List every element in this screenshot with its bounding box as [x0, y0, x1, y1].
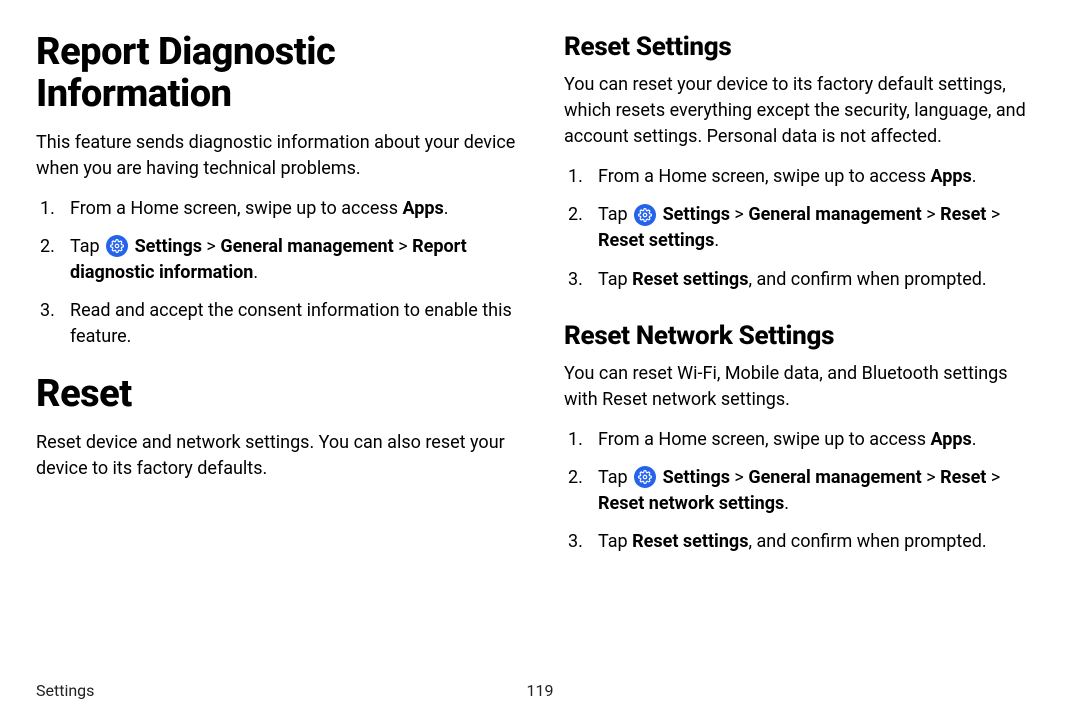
intro-reset: Reset device and network settings. You c… — [36, 430, 516, 482]
step-sep: > — [986, 204, 1000, 225]
reset-settings-label: Reset settings — [632, 269, 748, 290]
step-text: From a Home screen, swipe up to access — [70, 198, 402, 219]
heading-report-diagnostic: Report Diagnostic Information — [36, 32, 516, 116]
general-management-label: General management — [220, 236, 393, 257]
step-2: Tap Settings > General management > Rese… — [564, 202, 1044, 254]
heading-reset: Reset — [36, 374, 516, 416]
reset-settings-label: Reset settings — [598, 230, 714, 251]
step-text: . — [253, 262, 258, 283]
apps-label: Apps — [930, 166, 971, 187]
intro-report-diagnostic: This feature sends diagnostic informatio… — [36, 130, 516, 182]
apps-label: Apps — [930, 429, 971, 450]
step-2: Tap Settings > General management > Rese… — [564, 465, 1044, 517]
heading-reset-settings: Reset Settings — [564, 32, 1044, 62]
settings-label: Settings — [130, 236, 202, 257]
settings-gear-icon — [106, 235, 128, 257]
step-3: Tap Reset settings, and confirm when pro… — [564, 267, 1044, 293]
step-sep: > — [202, 236, 220, 257]
heading-reset-network: Reset Network Settings — [564, 321, 1044, 351]
step-text: Tap — [598, 204, 632, 225]
step-1: From a Home screen, swipe up to access A… — [564, 164, 1044, 190]
general-management-label: General management — [748, 467, 921, 488]
step-text: , and confirm when prompted. — [748, 269, 986, 290]
step-text: From a Home screen, swipe up to access — [598, 166, 930, 187]
page-content: Report Diagnostic Information This featu… — [36, 32, 1044, 667]
step-sep: > — [922, 467, 940, 488]
steps-report-diagnostic: From a Home screen, swipe up to access A… — [36, 196, 516, 350]
step-sep: > — [730, 467, 748, 488]
step-sep: > — [730, 204, 748, 225]
step-text: Tap — [598, 531, 632, 552]
settings-gear-icon — [634, 204, 656, 226]
step-text: Tap — [598, 269, 632, 290]
reset-network-settings-label: Reset network settings — [598, 493, 784, 514]
step-text: . — [784, 493, 789, 514]
left-column: Report Diagnostic Information This featu… — [36, 32, 516, 667]
step-text: . — [444, 198, 449, 219]
step-3: Tap Reset settings, and confirm when pro… — [564, 529, 1044, 555]
step-text: . — [714, 230, 719, 251]
step-2: Tap Settings > General management > Repo… — [36, 234, 516, 286]
apps-label: Apps — [402, 198, 443, 219]
step-text: , and confirm when prompted. — [748, 531, 986, 552]
reset-settings-label: Reset settings — [632, 531, 748, 552]
steps-reset-network: From a Home screen, swipe up to access A… — [564, 427, 1044, 555]
reset-label: Reset — [940, 467, 986, 488]
reset-label: Reset — [940, 204, 986, 225]
page-number: 119 — [527, 681, 554, 700]
step-3: Read and accept the consent information … — [36, 298, 516, 350]
intro-reset-settings: You can reset your device to its factory… — [564, 72, 1044, 150]
step-text: Tap — [70, 236, 104, 257]
general-management-label: General management — [748, 204, 921, 225]
settings-gear-icon — [634, 466, 656, 488]
settings-label: Settings — [658, 467, 730, 488]
footer-section-label: Settings — [36, 681, 94, 700]
settings-label: Settings — [658, 204, 730, 225]
step-text: From a Home screen, swipe up to access — [598, 429, 930, 450]
step-sep: > — [922, 204, 940, 225]
step-1: From a Home screen, swipe up to access A… — [564, 427, 1044, 453]
step-text: . — [972, 429, 977, 450]
right-column: Reset Settings You can reset your device… — [564, 32, 1044, 667]
step-text: . — [972, 166, 977, 187]
page-footer: Settings 119 — [36, 667, 1044, 700]
step-sep: > — [394, 236, 412, 257]
intro-reset-network: You can reset Wi-Fi, Mobile data, and Bl… — [564, 361, 1044, 413]
step-1: From a Home screen, swipe up to access A… — [36, 196, 516, 222]
step-sep: > — [986, 467, 1000, 488]
steps-reset-settings: From a Home screen, swipe up to access A… — [564, 164, 1044, 292]
step-text: Tap — [598, 467, 632, 488]
